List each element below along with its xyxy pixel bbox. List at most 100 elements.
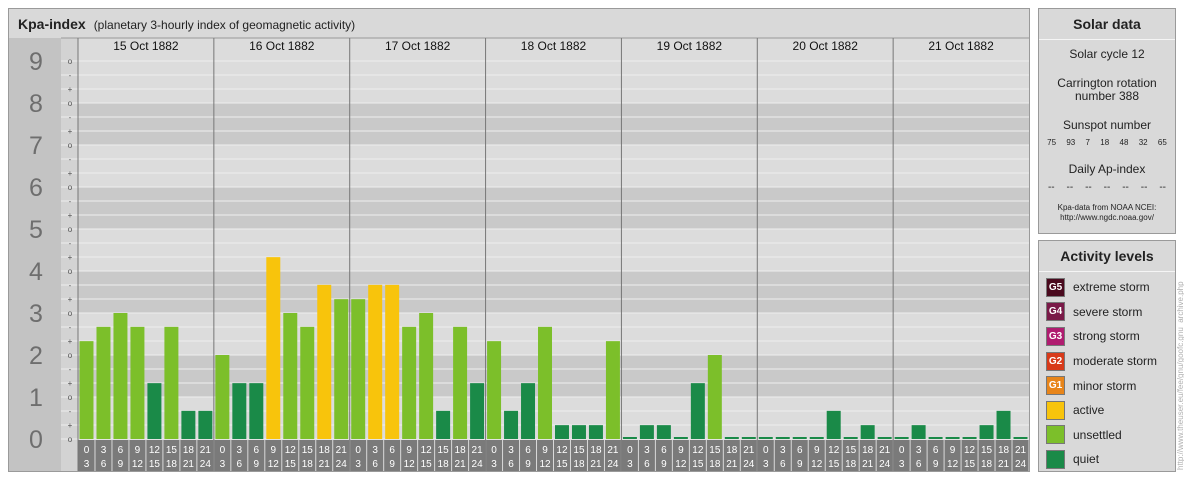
interval-start-label: 0 — [355, 445, 361, 456]
interval-end-label: 15 — [556, 459, 568, 470]
legend-item-active: active — [1039, 398, 1175, 423]
y-sub-label: o — [68, 183, 73, 192]
kp-bar — [673, 437, 688, 439]
legend-item-quiet: quiet — [1039, 447, 1175, 472]
chart-title: Kpa-index (planetary 3-hourly index of ge… — [18, 16, 355, 32]
kp-bar — [317, 284, 332, 439]
interval-start-label: 3 — [508, 445, 514, 456]
interval-start-label: 15 — [302, 445, 314, 456]
legend-swatch: G3 — [1046, 326, 1065, 346]
interval-end-label: 9 — [525, 459, 531, 470]
kp-bar — [707, 355, 722, 439]
carrington-rotation-number: number 388 — [1074, 89, 1140, 103]
interval-end-label: 12 — [811, 459, 823, 470]
kp-bar — [232, 383, 247, 439]
y-sub-label: - — [69, 239, 72, 248]
kp-bar — [504, 410, 519, 439]
interval-start-label: 0 — [899, 445, 905, 456]
background-band — [78, 313, 1029, 355]
interval-start-label: 9 — [950, 445, 956, 456]
kp-bar — [622, 437, 637, 439]
interval-start-label: 0 — [220, 445, 226, 456]
y-sub-label: o — [68, 267, 73, 276]
y-tick-label: 5 — [29, 216, 43, 244]
day-label: 21 Oct 1882 — [928, 39, 994, 53]
interval-start-label: 18 — [862, 445, 874, 456]
interval-end-label: 9 — [389, 459, 395, 470]
y-sub-label: o — [68, 309, 73, 318]
interval-start-label: 3 — [237, 445, 243, 456]
legend-label: severe storm — [1073, 304, 1143, 319]
kp-bar — [775, 437, 790, 439]
legend-item-g3: G3 strong storm — [1039, 324, 1175, 349]
interval-end-label: 6 — [644, 459, 650, 470]
kp-bar — [470, 383, 485, 439]
kp-bar — [538, 326, 552, 439]
legend-label: strong storm — [1073, 329, 1140, 344]
ap-value: -- — [1103, 182, 1111, 193]
interval-end-label: 12 — [404, 459, 416, 470]
kp-bar — [130, 326, 145, 439]
background-band — [78, 271, 1029, 313]
ap-value: -- — [1140, 182, 1148, 193]
y-tick-label: 9 — [29, 48, 43, 76]
y-sub-label: - — [69, 281, 72, 290]
y-sub-label: - — [69, 71, 72, 80]
interval-start-label: 12 — [828, 445, 840, 456]
kp-bar — [368, 284, 383, 439]
interval-end-label: 12 — [539, 459, 551, 470]
legend-swatch — [1046, 400, 1065, 420]
interval-start-label: 9 — [678, 445, 684, 456]
interval-end-label: 9 — [118, 459, 124, 470]
kp-bar — [690, 383, 705, 439]
kp-bar — [79, 341, 94, 439]
interval-end-label: 21 — [319, 459, 331, 470]
y-sub-label: o — [68, 351, 73, 360]
interval-end-label: 3 — [491, 459, 497, 470]
interval-end-label: 21 — [455, 459, 467, 470]
interval-start-label: 18 — [319, 445, 331, 456]
kp-bar — [894, 437, 909, 439]
y-sub-label: + — [68, 127, 73, 136]
kp-bar — [639, 425, 654, 439]
y-sub-label: + — [68, 85, 73, 94]
interval-start-label: 6 — [389, 445, 395, 456]
legend-swatch: G2 — [1046, 351, 1065, 371]
kp-bar — [351, 299, 366, 439]
chart-title-main: Kpa-index — [18, 16, 86, 32]
kp-bar — [979, 425, 994, 439]
kp-bar — [419, 313, 434, 439]
interval-end-label: 6 — [508, 459, 514, 470]
sunspot-value: 18 — [1100, 138, 1110, 147]
y-sub-label: + — [68, 379, 73, 388]
legend-label: active — [1073, 403, 1105, 418]
y-tick-label: 1 — [29, 384, 43, 412]
interval-start-label: 15 — [709, 445, 721, 456]
interval-end-label: 18 — [981, 459, 993, 470]
kp-bar — [928, 437, 943, 439]
kp-bar — [826, 410, 841, 439]
interval-start-label: 9 — [406, 445, 412, 456]
interval-start-label: 21 — [607, 445, 619, 456]
interval-start-label: 15 — [845, 445, 857, 456]
interval-end-label: 12 — [947, 459, 959, 470]
legend-swatch: G4 — [1046, 302, 1065, 322]
interval-start-label: 21 — [1015, 445, 1027, 456]
y-sub-label: o — [68, 141, 73, 150]
y-tick-label: 0 — [29, 426, 43, 454]
solar-data-title: Solar data — [1039, 9, 1175, 40]
kp-bar — [453, 326, 468, 439]
interval-end-label: 18 — [845, 459, 857, 470]
day-label: 16 Oct 1882 — [249, 39, 315, 53]
solar-data-panel: Solar data Solar cycle 12 Carrington rot… — [1038, 8, 1176, 234]
interval-start-label: 3 — [916, 445, 922, 456]
legend-swatch: G5 — [1046, 277, 1065, 297]
interval-start-label: 6 — [254, 445, 260, 456]
interval-start-label: 9 — [271, 445, 277, 456]
source-line-1: Kpa-data from NOAA NCEI: — [1057, 203, 1157, 212]
kp-bar — [215, 355, 230, 439]
interval-end-label: 24 — [472, 459, 484, 470]
interval-start-label: 12 — [285, 445, 297, 456]
kp-bar — [656, 425, 671, 439]
interval-start-label: 9 — [542, 445, 548, 456]
